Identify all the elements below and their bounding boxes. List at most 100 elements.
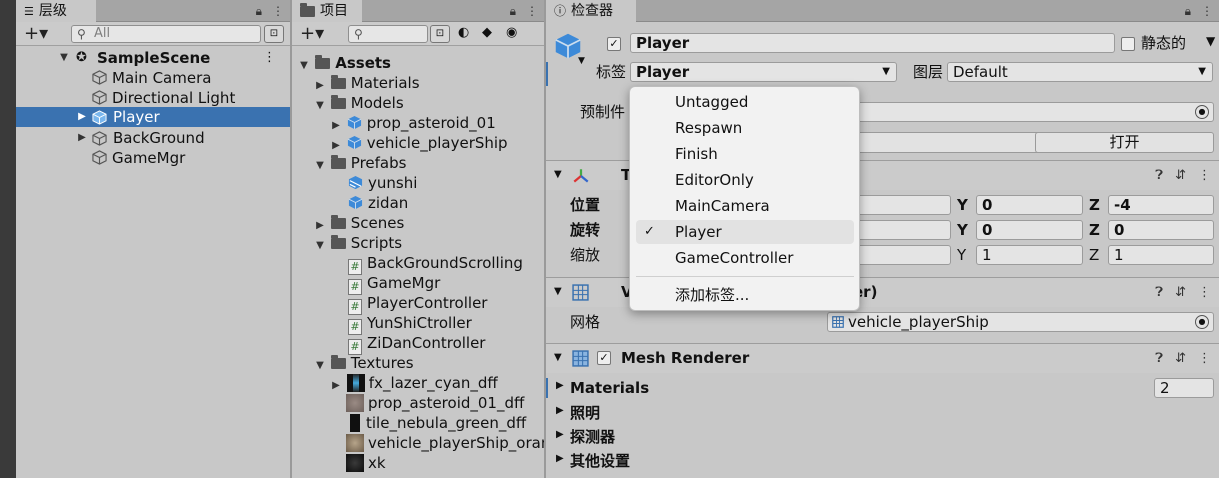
help-icon[interactable]: ❓︎ [1155,285,1163,300]
open-button[interactable]: 打开 [1035,132,1214,153]
expand-arrow-icon[interactable]: ▼ [314,96,326,116]
materials-count-field[interactable]: 2 [1154,378,1214,398]
asset-row[interactable]: ▶ prop_asteroid_01 [330,113,496,133]
expand-arrow-icon[interactable]: ▶ [76,128,88,148]
active-checkbox[interactable]: ✓ [607,37,621,51]
asset-row[interactable]: zidan [348,193,408,213]
script-row[interactable]: # BackGroundScrolling [348,253,523,275]
eye-icon[interactable]: ◉ [506,25,517,40]
rotation-x-field[interactable] [846,220,951,240]
script-row[interactable]: # YunShiCtroller [348,313,472,335]
expand-arrow-icon[interactable]: ▼ [554,352,562,363]
expand-arrow-icon[interactable]: ▶ [76,107,88,127]
tag-option-editoronly[interactable]: EditorOnly [636,168,854,192]
object-picker-icon[interactable]: ● [1195,315,1209,329]
presets-icon[interactable]: ⇵ [1175,351,1186,366]
expand-arrow-icon[interactable]: ▶ [330,376,342,396]
expand-arrow-icon[interactable]: ▼ [314,156,326,176]
presets-icon[interactable]: ⇵ [1175,168,1186,183]
project-search-input[interactable]: ⚲ [348,25,428,43]
folder-row[interactable]: ▼ Models [314,93,404,113]
lock-icon[interactable]: 🔒︎ [1185,4,1191,19]
scale-x-field[interactable] [846,245,951,265]
folder-row[interactable]: ▶ Materials [314,73,419,93]
help-icon[interactable]: ❓︎ [1155,168,1163,183]
folder-row[interactable]: ▼ Scripts [314,233,402,253]
presets-icon[interactable]: ⇵ [1175,285,1186,300]
rotation-z-field[interactable]: 0 [1108,220,1214,240]
tag-option-finish[interactable]: Finish [636,142,854,166]
texture-row[interactable]: prop_asteroid_01_dff [346,393,524,413]
texture-row[interactable]: xk [346,453,386,473]
rotation-y-field[interactable]: 0 [976,220,1083,240]
more-menu-icon[interactable]: ⋮ [1198,168,1211,183]
tag-option-respawn[interactable]: Respawn [636,116,854,140]
expand-arrow-icon[interactable]: ▼ [314,236,326,256]
add-tag-option[interactable]: 添加标签... [636,283,854,307]
script-row[interactable]: # GameMgr [348,273,440,295]
position-x-field[interactable] [846,195,951,215]
tag-dropdown[interactable]: Player ▼ [630,62,897,82]
script-row[interactable]: # ZiDanController [348,333,485,355]
hierarchy-item[interactable]: Directional Light [92,88,235,108]
folder-row[interactable]: ▶ Scenes [314,213,404,233]
hierarchy-tab[interactable]: ☰ 层级 [16,0,96,22]
expand-arrow-icon[interactable]: ▶ [556,453,564,464]
folder-row[interactable]: ▼ Prefabs [314,153,406,173]
mesh-field[interactable]: vehicle_playerShip ● [827,312,1214,332]
scene-menu-icon[interactable]: ⋮ [263,48,276,68]
expand-arrow-icon[interactable]: ▼ [554,286,562,297]
mesh-renderer-header[interactable]: ▼ ✓ Mesh Renderer ❓︎ ⇵ ⋮ [546,343,1219,373]
tag-option-maincamera[interactable]: MainCamera [636,194,854,218]
static-dropdown-icon[interactable]: ▼ [1206,34,1215,48]
folder-row[interactable]: ▼ Textures [314,353,413,376]
tag-option-untagged[interactable]: Untagged [636,90,854,114]
tag-option-player[interactable]: ✓ Player [636,220,854,244]
expand-arrow-icon[interactable]: ▼ [58,48,70,68]
more-menu-icon[interactable]: ⋮ [526,4,538,18]
more-menu-icon[interactable]: ⋮ [1198,351,1211,366]
more-menu-icon[interactable]: ⋮ [1198,285,1211,300]
lock-icon[interactable]: 🔒︎ [510,4,516,19]
texture-row[interactable]: tile_nebula_green_dff [346,413,526,433]
position-y-field[interactable]: 0 [976,195,1083,215]
asset-row[interactable]: ▶ vehicle_playerShip [330,133,507,153]
script-row[interactable]: # PlayerController [348,293,487,315]
filter-by-label-icon[interactable]: ◆ [482,25,492,40]
position-z-field[interactable]: -4 [1108,195,1214,215]
filter-by-type-icon[interactable]: ◐ [458,25,469,40]
expand-arrow-icon[interactable]: ▼ [314,356,326,376]
folder-row[interactable]: ▼ Assets [298,53,391,73]
expand-arrow-icon[interactable]: ▼ [298,56,310,76]
add-object-button[interactable]: +▾ [24,24,48,44]
texture-row[interactable]: ▶ fx_lazer_cyan_dff [330,373,498,393]
expand-arrow-icon[interactable]: ▼ [554,169,562,180]
hierarchy-search-input[interactable]: ⚲ All [71,25,261,43]
create-asset-button[interactable]: +▾ [300,24,324,44]
hierarchy-item-selected[interactable]: ▶ Player [16,107,290,127]
texture-row[interactable]: vehicle_playerShip_oran [346,433,544,453]
expand-arrow-icon[interactable]: ▶ [556,380,564,391]
lock-icon[interactable]: 🔒︎ [256,4,262,19]
asset-row[interactable]: yunshi [348,173,417,193]
object-picker-icon[interactable]: ● [1195,105,1209,119]
scale-z-field[interactable]: 1 [1108,245,1214,265]
scale-y-field[interactable]: 1 [976,245,1083,265]
search-filter-button[interactable]: ⊡ [264,25,284,43]
layer-dropdown[interactable]: Default ▼ [947,62,1213,82]
enabled-checkbox[interactable]: ✓ [597,351,611,365]
expand-arrow-icon[interactable]: ▶ [556,405,564,416]
inspector-tab[interactable]: ⓘ 检查器 [546,0,636,22]
project-tab[interactable]: 项目 [292,0,362,22]
icon-dropdown-arrow-icon[interactable]: ▼ [578,56,585,66]
hierarchy-item[interactable]: ▶ BackGround [16,128,290,148]
search-filter-button[interactable]: ⊡ [430,25,450,43]
tag-option-gamecontroller[interactable]: GameController [636,246,854,270]
expand-arrow-icon[interactable]: ▶ [556,429,564,440]
hierarchy-item[interactable]: GameMgr [92,148,185,168]
scene-row[interactable]: ▼ ✪ SampleScene ⋮ [16,48,290,68]
more-menu-icon[interactable]: ⋮ [272,4,284,18]
static-checkbox[interactable] [1121,37,1135,51]
hierarchy-item[interactable]: Main Camera [92,68,211,88]
more-menu-icon[interactable]: ⋮ [1201,4,1213,18]
